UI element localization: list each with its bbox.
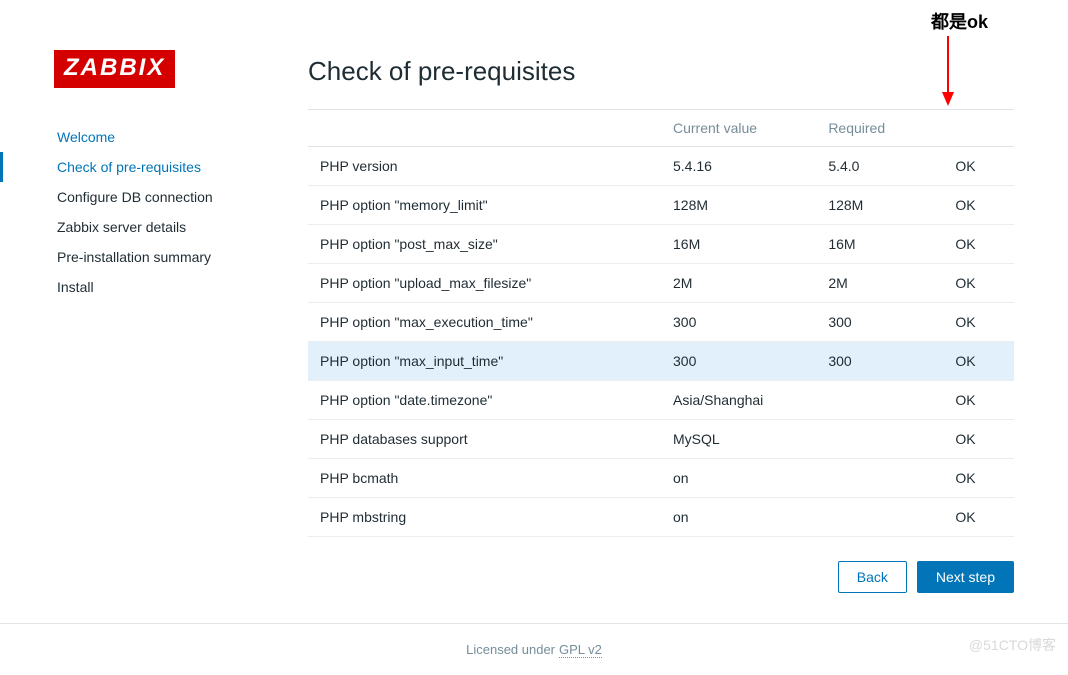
footer: Licensed under GPL v2	[0, 623, 1068, 675]
annotation-arrow-icon	[938, 36, 958, 108]
cell-required	[816, 381, 943, 420]
cell-name: PHP bcmath	[308, 459, 661, 498]
cell-status: OK	[943, 225, 1014, 264]
table-row: PHP databases supportMySQL OK	[308, 420, 1014, 459]
cell-current-value: 16M	[661, 225, 816, 264]
cell-status: OK	[943, 264, 1014, 303]
cell-required: 2M	[816, 264, 943, 303]
cell-required: 128M	[816, 186, 943, 225]
cell-name: PHP option "date.timezone"	[308, 381, 661, 420]
cell-current-value: Asia/Shanghai	[661, 381, 816, 420]
watermark-text: @51CTO博客	[969, 635, 1056, 655]
cell-name: PHP databases support	[308, 420, 661, 459]
cell-name: PHP option "upload_max_filesize"	[308, 264, 661, 303]
table-row: PHP option "max_input_time"300300OK	[308, 342, 1014, 381]
cell-status: OK	[943, 303, 1014, 342]
cell-name: PHP option "max_input_time"	[308, 342, 661, 381]
cell-required	[816, 498, 943, 537]
footer-text: Licensed under	[466, 642, 555, 657]
table-row: PHP bcmathon OK	[308, 459, 1014, 498]
header-required: Required	[816, 110, 943, 147]
wizard-button-row: Back Next step	[838, 561, 1014, 593]
back-button[interactable]: Back	[838, 561, 907, 593]
table-row: PHP option "post_max_size"16M16MOK	[308, 225, 1014, 264]
header-name	[308, 110, 661, 147]
cell-name: PHP option "post_max_size"	[308, 225, 661, 264]
table-row: PHP version5.4.165.4.0OK	[308, 147, 1014, 186]
cell-current-value: 2M	[661, 264, 816, 303]
header-current-value: Current value	[661, 110, 816, 147]
header-status	[943, 110, 1014, 147]
cell-required: 300	[816, 342, 943, 381]
table-row: PHP option "memory_limit"128M128MOK	[308, 186, 1014, 225]
cell-current-value: on	[661, 459, 816, 498]
nav-step-5[interactable]: Install	[0, 272, 260, 302]
annotation-note: 都是ok	[931, 8, 988, 34]
footer-license-link[interactable]: GPL v2	[559, 642, 602, 658]
cell-status: OK	[943, 420, 1014, 459]
nav-step-1[interactable]: Check of pre-requisites	[0, 152, 260, 182]
requirements-table: Current value Required PHP version5.4.16…	[308, 110, 1014, 537]
nav-step-4[interactable]: Pre-installation summary	[0, 242, 260, 272]
cell-status: OK	[943, 459, 1014, 498]
cell-name: PHP version	[308, 147, 661, 186]
cell-status: OK	[943, 147, 1014, 186]
setup-steps-nav: WelcomeCheck of pre-requisitesConfigure …	[54, 122, 260, 302]
cell-required	[816, 459, 943, 498]
cell-current-value: 5.4.16	[661, 147, 816, 186]
cell-name: PHP mbstring	[308, 498, 661, 537]
cell-status: OK	[943, 381, 1014, 420]
cell-current-value: 128M	[661, 186, 816, 225]
cell-required	[816, 420, 943, 459]
cell-current-value: 300	[661, 342, 816, 381]
nav-step-2[interactable]: Configure DB connection	[0, 182, 260, 212]
sidebar: ZABBIX WelcomeCheck of pre-requisitesCon…	[0, 0, 260, 675]
table-row: PHP option "max_execution_time"300300OK	[308, 303, 1014, 342]
nav-step-3[interactable]: Zabbix server details	[0, 212, 260, 242]
app-container: ZABBIX WelcomeCheck of pre-requisitesCon…	[0, 0, 1068, 675]
next-step-button[interactable]: Next step	[917, 561, 1014, 593]
cell-current-value: MySQL	[661, 420, 816, 459]
table-row: PHP mbstringon OK	[308, 498, 1014, 537]
cell-current-value: 300	[661, 303, 816, 342]
cell-status: OK	[943, 342, 1014, 381]
table-row: PHP option "date.timezone"Asia/Shanghai O…	[308, 381, 1014, 420]
cell-required: 300	[816, 303, 943, 342]
nav-step-0[interactable]: Welcome	[0, 122, 260, 152]
requirements-scroll-area[interactable]: Current value Required PHP version5.4.16…	[308, 109, 1014, 537]
cell-current-value: on	[661, 498, 816, 537]
cell-required: 16M	[816, 225, 943, 264]
cell-required: 5.4.0	[816, 147, 943, 186]
cell-status: OK	[943, 498, 1014, 537]
page-title: Check of pre-requisites	[308, 56, 1014, 87]
cell-name: PHP option "max_execution_time"	[308, 303, 661, 342]
table-row: PHP option "upload_max_filesize"2M2MOK	[308, 264, 1014, 303]
zabbix-logo: ZABBIX	[54, 50, 175, 88]
cell-status: OK	[943, 186, 1014, 225]
cell-name: PHP option "memory_limit"	[308, 186, 661, 225]
